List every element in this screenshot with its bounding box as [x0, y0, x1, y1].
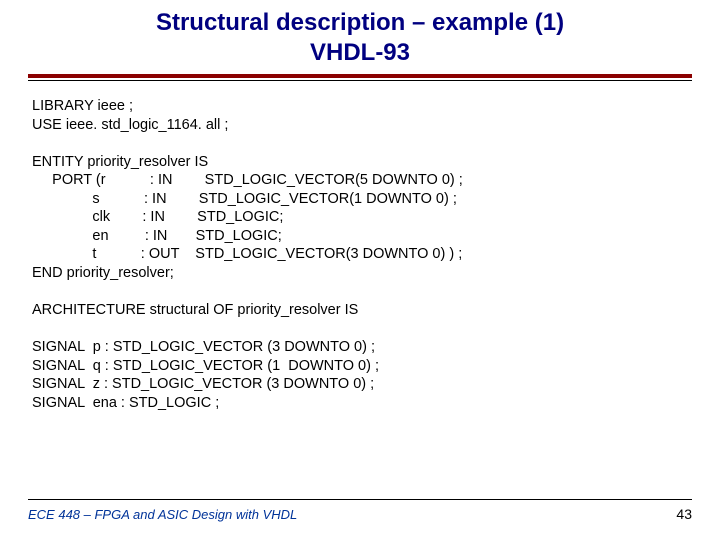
code-block: LIBRARY ieee ; USE ieee. std_logic_1164.… — [0, 81, 720, 412]
footer: ECE 448 – FPGA and ASIC Design with VHDL… — [28, 499, 692, 522]
divider-red — [28, 74, 692, 78]
title-line-2: VHDL-93 — [310, 39, 410, 66]
page-number: 43 — [676, 506, 692, 522]
footer-course: ECE 448 – FPGA and ASIC Design with VHDL — [28, 507, 297, 522]
slide-title: Structural description – example (1) VHD… — [0, 0, 720, 68]
title-line-1: Structural description – example (1) — [156, 9, 564, 36]
